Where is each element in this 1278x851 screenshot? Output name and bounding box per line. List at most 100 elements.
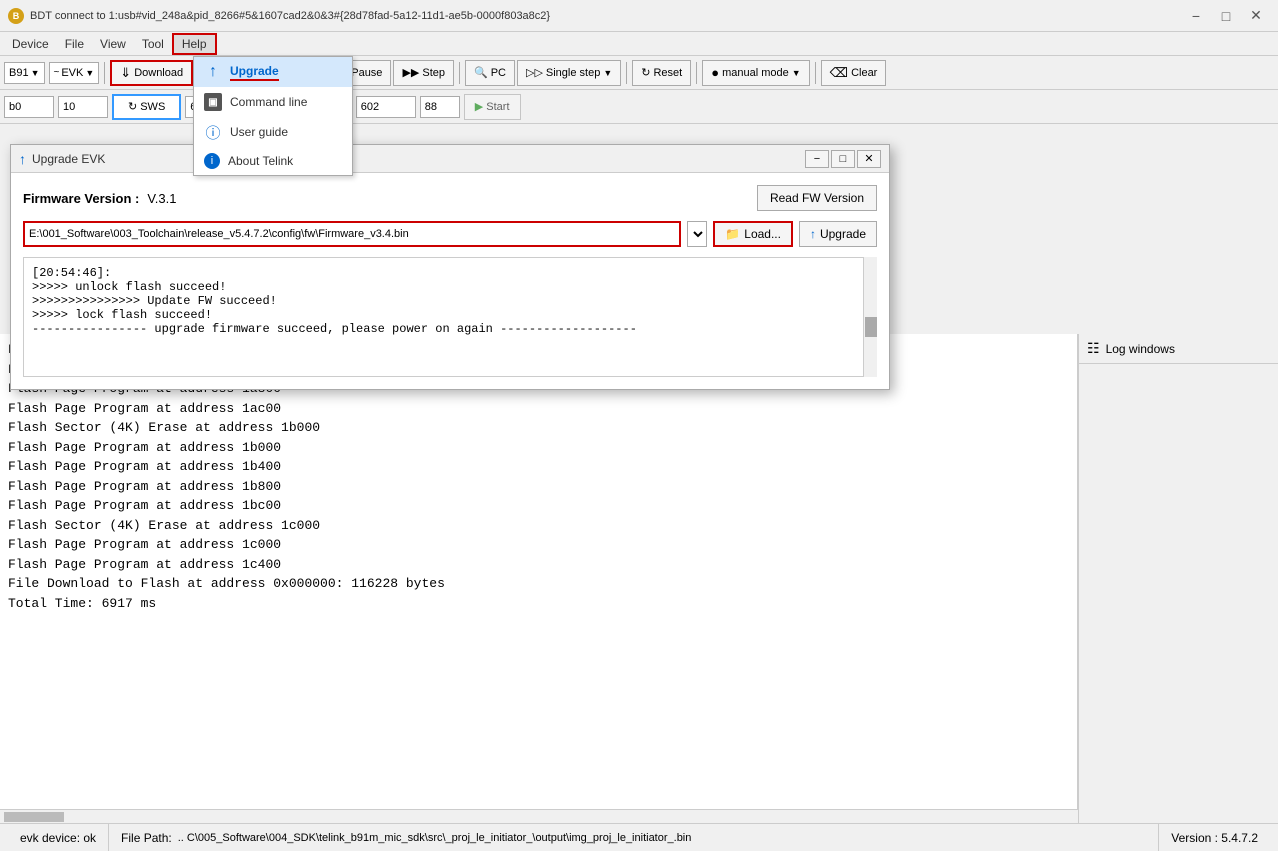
start-button[interactable]: ▶ Start (464, 94, 521, 120)
b91-dropdown-icon: ▼ (31, 68, 40, 78)
console-log-line: File Download to Flash at address 0x0000… (8, 574, 1069, 594)
input-10[interactable] (58, 96, 108, 118)
dialog-title: Upgrade EVK (32, 152, 105, 166)
evk-label: EVK (61, 67, 83, 79)
separator6 (815, 62, 816, 84)
device-status-segment: evk device: ok (8, 824, 109, 851)
search-icon: 🔍 (474, 66, 488, 79)
console-log-line: Flash Sector (4K) Erase at address 1b000 (8, 418, 1069, 438)
file-combo-dropdown[interactable] (687, 221, 707, 247)
load-button[interactable]: 📁 Load... (713, 221, 793, 247)
dialog-minimize[interactable]: − (805, 150, 829, 168)
help-dropdown-menu: ↑ Upgrade ▣ Command line ⓘ User guide i … (193, 56, 353, 176)
dialog-log-line: [20:54:46]: (32, 266, 868, 280)
separator1 (104, 62, 105, 84)
h-scroll-thumb[interactable] (4, 812, 64, 822)
maximize-button[interactable]: □ (1212, 5, 1240, 27)
menu-device[interactable]: Device (4, 35, 57, 53)
b91-label: B91 (9, 67, 29, 79)
menu-help[interactable]: Help (172, 33, 217, 55)
fw-version-label: Firmware Version : (23, 191, 139, 206)
horizontal-scrollbar[interactable] (0, 809, 1078, 823)
log-windows-icon: ☷ (1087, 340, 1100, 357)
singlestep-dropdown-icon: ▼ (603, 68, 612, 78)
folder-icon: 📁 (725, 227, 740, 241)
upgrade-icon: ↑ (204, 63, 222, 81)
console-log-line: Flash Page Program at address 1c000 (8, 535, 1069, 555)
commandline-icon: ▣ (204, 93, 222, 111)
window-controls[interactable]: − □ ✕ (1182, 5, 1270, 27)
dialog-close[interactable]: ✕ (857, 150, 881, 168)
reset-icon: ↻ (641, 66, 650, 79)
download-icon: ⇓ (120, 65, 131, 81)
singlestep-icon: ▷▷ (526, 66, 543, 79)
separator5 (696, 62, 697, 84)
help-menu-commandline[interactable]: ▣ Command line (194, 87, 352, 117)
upgrade-action-button[interactable]: ↑ Upgrade (799, 221, 877, 247)
dialog-log-line: >>>>>>>>>>>>>>> Update FW succeed! (32, 294, 868, 308)
b91-selector[interactable]: B91 ▼ (4, 62, 45, 84)
upgrade-title-icon: ↑ (19, 151, 26, 167)
reset-button[interactable]: ↻ Reset (632, 60, 691, 86)
evk-dropdown-icon: ▼ (85, 68, 94, 78)
console-log-line: Flash Page Program at address 1b000 (8, 438, 1069, 458)
upgrade-arrow-icon: ↑ (810, 227, 816, 241)
dialog-scrollbar[interactable] (863, 257, 877, 377)
menu-view[interactable]: View (92, 35, 134, 53)
separator4 (626, 62, 627, 84)
help-menu-userguide[interactable]: ⓘ User guide (194, 117, 352, 147)
toolbar-row2: ↻ SWS ▮▮ Stall ▶ Start (0, 90, 1278, 124)
dialog-titlebar: ↑ Upgrade EVK − □ ✕ (11, 145, 889, 173)
console-log-line: Flash Sector (4K) Erase at address 1c000 (8, 516, 1069, 536)
status-bar: evk device: ok File Path: .. C\005_Softw… (0, 823, 1278, 851)
manualmode-icon: ● (711, 65, 719, 80)
console-log-line: Flash Page Program at address 1b400 (8, 457, 1069, 477)
version-text: Version : 5.4.7.2 (1171, 831, 1258, 845)
refresh-icon: ↻ (128, 100, 137, 113)
manual-mode-button[interactable]: ● manual mode ▼ (702, 60, 809, 86)
filepath-label: File Path: (121, 831, 172, 845)
console-log-line: Flash Page Program at address 1bc00 (8, 496, 1069, 516)
app-icon: B (8, 8, 24, 24)
clear-button[interactable]: ⌫ Clear (821, 60, 887, 86)
log-windows-label: Log windows (1106, 342, 1175, 356)
help-menu-about[interactable]: i About Telink (194, 147, 352, 175)
input-b0[interactable] (4, 96, 54, 118)
console-log-line: Flash Page Program at address 1b800 (8, 477, 1069, 497)
fw-version-value: V.3.1 (147, 191, 176, 206)
read-fw-button[interactable]: Read FW Version (757, 185, 877, 211)
console-log-line: Flash Page Program at address 1ac00 (8, 399, 1069, 419)
download-button[interactable]: ⇓ Download (110, 60, 193, 86)
menu-file[interactable]: File (57, 35, 92, 53)
console-log-area: Flash Page Program at address 1a000Flash… (0, 334, 1078, 809)
help-menu-upgrade[interactable]: ↑ Upgrade (194, 57, 352, 87)
device-status-text: evk device: ok (20, 831, 96, 845)
window-title: BDT connect to 1:usb#vid_248a&pid_8266#5… (30, 10, 550, 22)
upgrade-dialog: ↑ Upgrade EVK − □ ✕ Firmware Version : V… (10, 144, 890, 390)
step-button[interactable]: ▶▶ Step (393, 60, 454, 86)
dialog-log-line: ---------------- upgrade firmware succee… (32, 322, 868, 336)
dialog-log-output: [20:54:46]:>>>>> unlock flash succeed!>>… (23, 257, 877, 377)
file-path-input[interactable] (23, 221, 681, 247)
evk-selector[interactable]: ~ EVK ▼ (49, 62, 100, 84)
version-segment: Version : 5.4.7.2 (1159, 824, 1270, 851)
dialog-log-line: >>>>> unlock flash succeed! (32, 280, 868, 294)
manualmode-dropdown-icon: ▼ (792, 68, 801, 78)
dialog-log-line: >>>>> lock flash succeed! (32, 308, 868, 322)
sws-button[interactable]: ↻ SWS (112, 94, 181, 120)
dialog-scrollbar-thumb[interactable] (865, 317, 877, 337)
filepath-value: .. C\005_Software\004_SDK\telink_b91m_mi… (178, 832, 692, 844)
start-icon: ▶ (475, 100, 483, 113)
single-step-button[interactable]: ▷▷ Single step ▼ (517, 60, 621, 86)
dialog-maximize[interactable]: □ (831, 150, 855, 168)
log-windows-header[interactable]: ☷ Log windows (1079, 334, 1278, 364)
close-button[interactable]: ✕ (1242, 5, 1270, 27)
menu-bar: Device File View Tool Help (0, 32, 1278, 56)
filepath-segment: File Path: .. C\005_Software\004_SDK\tel… (109, 824, 1159, 851)
input-88[interactable] (420, 96, 460, 118)
menu-tool[interactable]: Tool (134, 35, 172, 53)
input-602b[interactable] (356, 96, 416, 118)
minimize-button[interactable]: − (1182, 5, 1210, 27)
pc-button[interactable]: 🔍 PC (465, 60, 515, 86)
step-icon: ▶▶ (402, 66, 419, 79)
